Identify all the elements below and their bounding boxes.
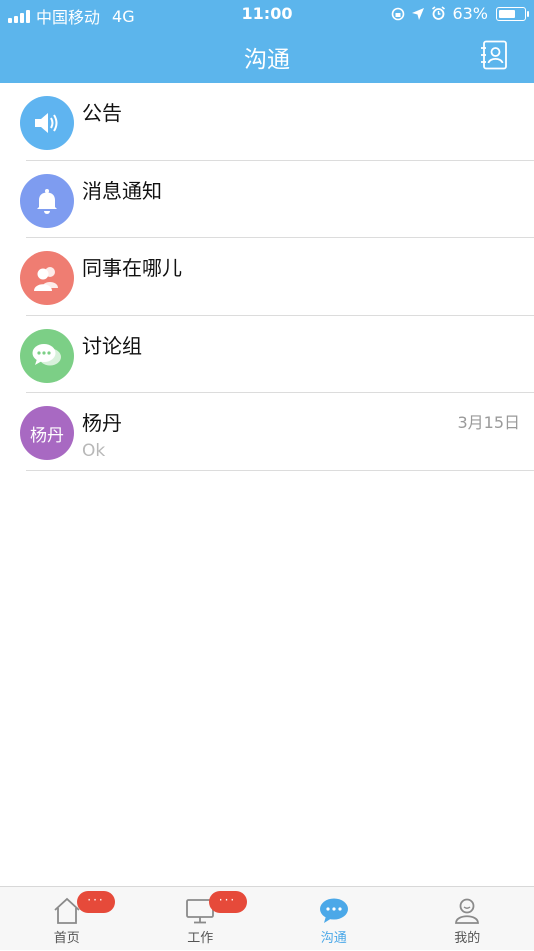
user-icon: [452, 897, 482, 925]
tab-profile[interactable]: 我的: [401, 887, 534, 951]
conversation-list: 公告 消息通知 同事在哪儿: [0, 83, 534, 471]
bell-icon: [20, 174, 74, 228]
tab-label: 我的: [401, 927, 534, 946]
page-title: 沟通: [0, 40, 534, 74]
list-item-announcement[interactable]: 公告: [0, 83, 534, 161]
avatar: 杨丹: [20, 406, 74, 460]
chat-bubbles-icon: [20, 329, 74, 383]
tab-badge: ···: [209, 891, 247, 913]
list-item-discussion-group[interactable]: 讨论组: [0, 316, 534, 394]
list-item-title: 讨论组: [82, 330, 142, 359]
list-item-notifications[interactable]: 消息通知: [0, 161, 534, 239]
status-bar: 中国移动 4G 11:00 63%: [0, 0, 534, 28]
message-date: 3月15日: [457, 409, 520, 433]
tab-badge: ···: [77, 891, 115, 913]
tab-communication[interactable]: 沟通: [267, 887, 401, 951]
list-item-title: 消息通知: [82, 175, 162, 204]
tab-home[interactable]: ··· 首页: [0, 887, 134, 951]
speaker-icon: [20, 96, 74, 150]
address-book-icon[interactable]: [480, 40, 508, 70]
list-item-title: 同事在哪儿: [82, 252, 182, 281]
last-message: Ok: [82, 441, 105, 461]
list-item-title: 公告: [82, 97, 122, 126]
status-right: 63%: [391, 4, 526, 23]
battery-icon: [496, 7, 526, 21]
list-item-chat-yangdan[interactable]: 杨丹 杨丹 Ok 3月15日: [0, 393, 534, 471]
location-icon: [411, 7, 425, 21]
alarm-icon: [431, 6, 446, 21]
tab-label: 沟通: [267, 927, 401, 946]
tab-label: 首页: [0, 927, 134, 946]
people-icon: [20, 251, 74, 305]
tab-bar: ··· 首页 ··· 工作 沟通 我的: [0, 886, 534, 950]
divider: [26, 470, 534, 471]
tab-work[interactable]: ··· 工作: [134, 887, 268, 951]
rotation-lock-icon: [391, 7, 405, 21]
nav-bar: 沟通: [0, 28, 534, 83]
list-item-colleague-location[interactable]: 同事在哪儿: [0, 238, 534, 316]
chat-icon: [319, 897, 349, 925]
battery-percent: 63%: [452, 4, 488, 23]
tab-label: 工作: [134, 927, 268, 946]
list-item-title: 杨丹: [82, 407, 122, 436]
